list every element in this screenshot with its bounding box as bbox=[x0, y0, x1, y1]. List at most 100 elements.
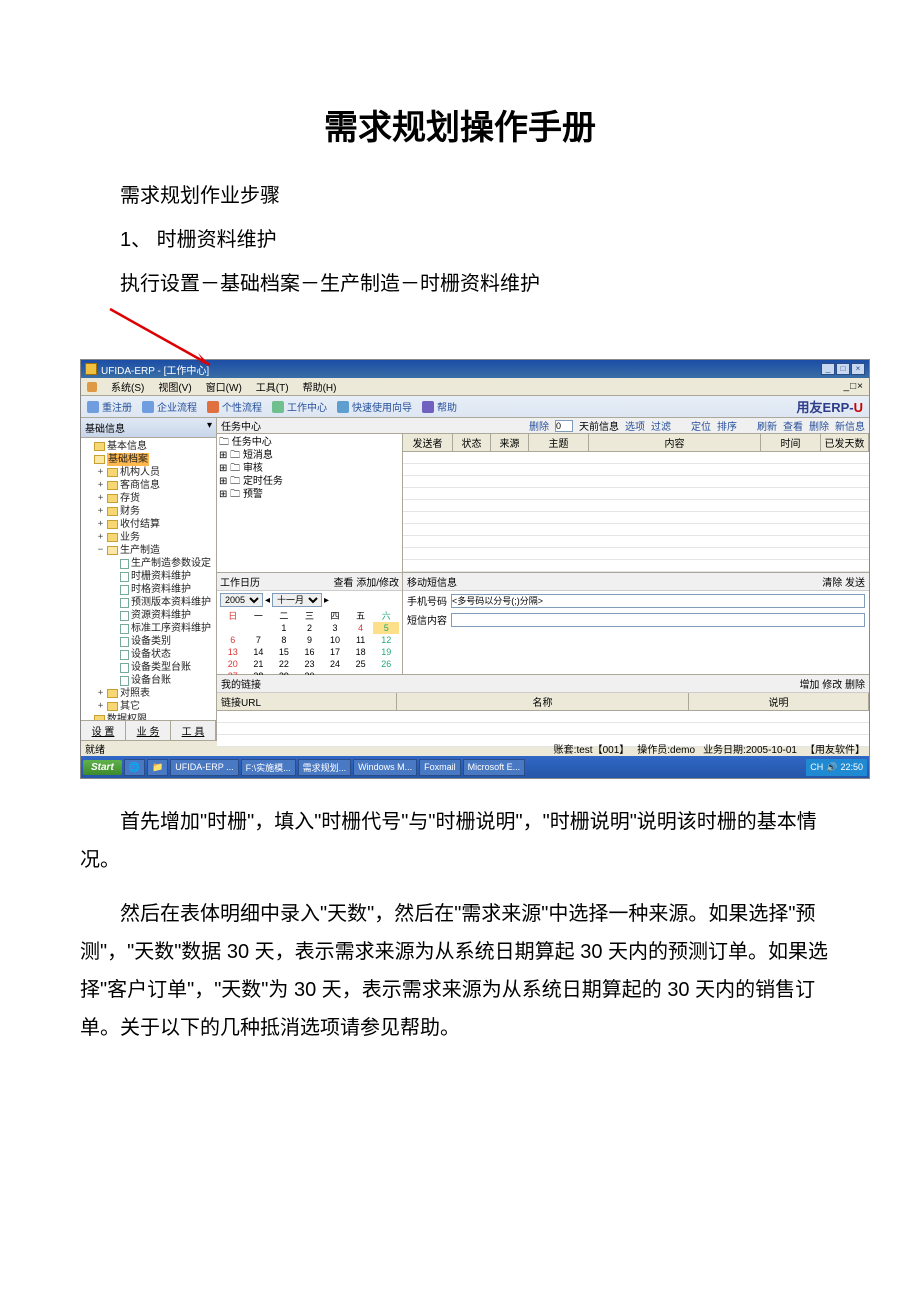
tree-customer[interactable]: +客商信息 bbox=[96, 479, 214, 492]
task-node-scheduled[interactable]: ⊞ 🗀 定时任务 bbox=[219, 475, 400, 488]
links-add-button[interactable]: 增加 bbox=[799, 680, 819, 691]
task-node-alert[interactable]: ⊞ 🗀 预警 bbox=[219, 488, 400, 501]
workcenter-icon bbox=[272, 401, 284, 413]
menu-tools[interactable]: 工具(T) bbox=[256, 379, 289, 394]
menu-view[interactable]: 视图(V) bbox=[158, 379, 191, 394]
links-modify-button[interactable]: 修改 bbox=[822, 680, 842, 691]
task-node-sms[interactable]: ⊞ 🗀 短消息 bbox=[219, 449, 400, 462]
tree-finance[interactable]: +财务 bbox=[96, 505, 214, 518]
col-content[interactable]: 内容 bbox=[589, 434, 761, 451]
start-button[interactable]: Start bbox=[83, 760, 122, 775]
msg-delete-button[interactable]: 删除 bbox=[529, 418, 549, 433]
msg-locate-button[interactable]: 定位 bbox=[691, 418, 711, 433]
taskbar-item[interactable]: 需求规划... bbox=[298, 759, 352, 776]
tree-basic-archive[interactable]: 基础档案 bbox=[83, 453, 214, 466]
tree-inventory[interactable]: +存货 bbox=[96, 492, 214, 505]
col-source[interactable]: 来源 bbox=[491, 434, 529, 451]
tab-setting[interactable]: 设 置 bbox=[81, 721, 126, 740]
calendar-view-button[interactable]: 查看 bbox=[333, 578, 353, 589]
taskbar-item[interactable]: Microsoft E... bbox=[463, 759, 526, 776]
col-time[interactable]: 时间 bbox=[761, 434, 821, 451]
toolbar-help[interactable]: 帮助 bbox=[422, 399, 457, 414]
toolbar-personal-flow[interactable]: 个性流程 bbox=[207, 399, 262, 414]
tree-basic-info[interactable]: 基本信息 bbox=[83, 440, 214, 453]
month-select[interactable]: 十一月 bbox=[272, 593, 322, 607]
taskbar-item[interactable]: Windows M... bbox=[353, 759, 417, 776]
col-sent-days[interactable]: 已发天数 bbox=[821, 434, 869, 451]
links-col-desc[interactable]: 说明 bbox=[689, 693, 869, 710]
days-input[interactable] bbox=[555, 420, 573, 432]
sms-send-button[interactable]: 发送 bbox=[845, 578, 865, 589]
tree-time-fence[interactable]: 时栅资料维护 bbox=[109, 570, 214, 583]
tab-tools[interactable]: 工 具 bbox=[171, 721, 216, 740]
quicklaunch-2[interactable]: 📁 bbox=[147, 759, 168, 776]
minimize-button[interactable]: _ bbox=[821, 363, 835, 375]
task-node-approval[interactable]: ⊞ 🗀 审核 bbox=[219, 462, 400, 475]
task-node-root[interactable]: 🗀 任务中心 bbox=[219, 436, 400, 449]
toolbar-reregister[interactable]: 重注册 bbox=[87, 399, 132, 414]
msg-new-button[interactable]: 新信息 bbox=[835, 418, 865, 433]
arrow-annotation bbox=[100, 307, 230, 377]
lang-indicator[interactable]: CH bbox=[810, 762, 823, 772]
tree-resource[interactable]: 资源资料维护 bbox=[109, 609, 214, 622]
calendar-addmod-button[interactable]: 添加/修改 bbox=[356, 578, 399, 589]
tree-equip-type-ledger[interactable]: 设备类型台账 bbox=[109, 661, 214, 674]
prev-month-button[interactable]: ◂ bbox=[265, 595, 270, 606]
help-icon bbox=[422, 401, 434, 413]
tree-data-auth[interactable]: 数据权限 bbox=[83, 713, 214, 720]
tree-equip-type[interactable]: 设备类别 bbox=[109, 635, 214, 648]
system-tray[interactable]: CH 🔊 22:50 bbox=[806, 759, 867, 776]
tree-business[interactable]: +业务 bbox=[96, 531, 214, 544]
quicklaunch-1[interactable]: 🌐 bbox=[124, 759, 145, 776]
msg-options-button[interactable]: 选项 bbox=[625, 418, 645, 433]
tree-equip-status[interactable]: 设备状态 bbox=[109, 648, 214, 661]
msg-sort-button[interactable]: 排序 bbox=[717, 418, 737, 433]
maximize-button[interactable]: □ bbox=[836, 363, 850, 375]
toolbar-wizard[interactable]: 快速使用向导 bbox=[337, 399, 412, 414]
tree-org[interactable]: +机构人员 bbox=[96, 466, 214, 479]
tree-equip-ledger[interactable]: 设备台账 bbox=[109, 674, 214, 687]
next-month-button[interactable]: ▸ bbox=[324, 595, 329, 606]
calendar-panel: 工作日历 查看 添加/修改 2005 ◂ 十一月 ▸ bbox=[217, 573, 403, 674]
msg-filter-button[interactable]: 过滤 bbox=[651, 418, 671, 433]
sms-clear-button[interactable]: 清除 bbox=[822, 578, 842, 589]
toolbar-enterprise-flow[interactable]: 企业流程 bbox=[142, 399, 197, 414]
menu-window[interactable]: 窗口(W) bbox=[206, 379, 242, 394]
taskbar-item[interactable]: Foxmail bbox=[419, 759, 461, 776]
links-col-url[interactable]: 链接URL bbox=[217, 693, 397, 710]
sidebar-pin-icon[interactable]: ▾ bbox=[207, 420, 212, 435]
msg-view-button[interactable]: 查看 bbox=[783, 418, 803, 433]
sms-phone-input[interactable] bbox=[451, 594, 865, 608]
tree-other[interactable]: +其它 bbox=[96, 700, 214, 713]
menu-system[interactable]: 系统(S) bbox=[111, 379, 144, 394]
tree-manufacture[interactable]: −生产制造 bbox=[96, 544, 214, 557]
links-delete-button[interactable]: 删除 bbox=[845, 680, 865, 691]
app-icon bbox=[85, 363, 97, 375]
mdi-minimize-button[interactable]: _ bbox=[844, 381, 850, 392]
tree-settlement[interactable]: +收付结算 bbox=[96, 518, 214, 531]
msg-delete2-button[interactable]: 删除 bbox=[809, 418, 829, 433]
year-select[interactable]: 2005 bbox=[220, 593, 263, 607]
msg-refresh-button[interactable]: 刷新 bbox=[757, 418, 777, 433]
menu-help[interactable]: 帮助(H) bbox=[303, 379, 337, 394]
tree-compare[interactable]: +对照表 bbox=[96, 687, 214, 700]
sms-phone-label: 手机号码 bbox=[407, 593, 447, 608]
tree-mfg-param[interactable]: 生产制造参数设定 bbox=[109, 557, 214, 570]
tray-icon[interactable]: 🔊 bbox=[826, 762, 837, 773]
mdi-close-button[interactable]: × bbox=[857, 381, 863, 392]
col-status[interactable]: 状态 bbox=[453, 434, 491, 451]
tree-std-process[interactable]: 标准工序资料维护 bbox=[109, 622, 214, 635]
links-col-name[interactable]: 名称 bbox=[397, 693, 689, 710]
col-subject[interactable]: 主题 bbox=[529, 434, 589, 451]
tab-business[interactable]: 业 务 bbox=[126, 721, 171, 740]
tree-forecast[interactable]: 预测版本资料维护 bbox=[109, 596, 214, 609]
sms-content-input[interactable] bbox=[451, 613, 865, 627]
close-button[interactable]: × bbox=[851, 363, 865, 375]
tree-time-grid[interactable]: 时格资料维护 bbox=[109, 583, 214, 596]
toolbar-workcenter[interactable]: 工作中心 bbox=[272, 399, 327, 414]
taskbar-item[interactable]: F:\实施模... bbox=[241, 759, 296, 776]
taskbar-item[interactable]: UFIDA-ERP ... bbox=[170, 759, 238, 776]
mdi-maximize-button[interactable]: □ bbox=[850, 381, 856, 392]
personal-icon bbox=[207, 401, 219, 413]
col-sender[interactable]: 发送者 bbox=[403, 434, 453, 451]
